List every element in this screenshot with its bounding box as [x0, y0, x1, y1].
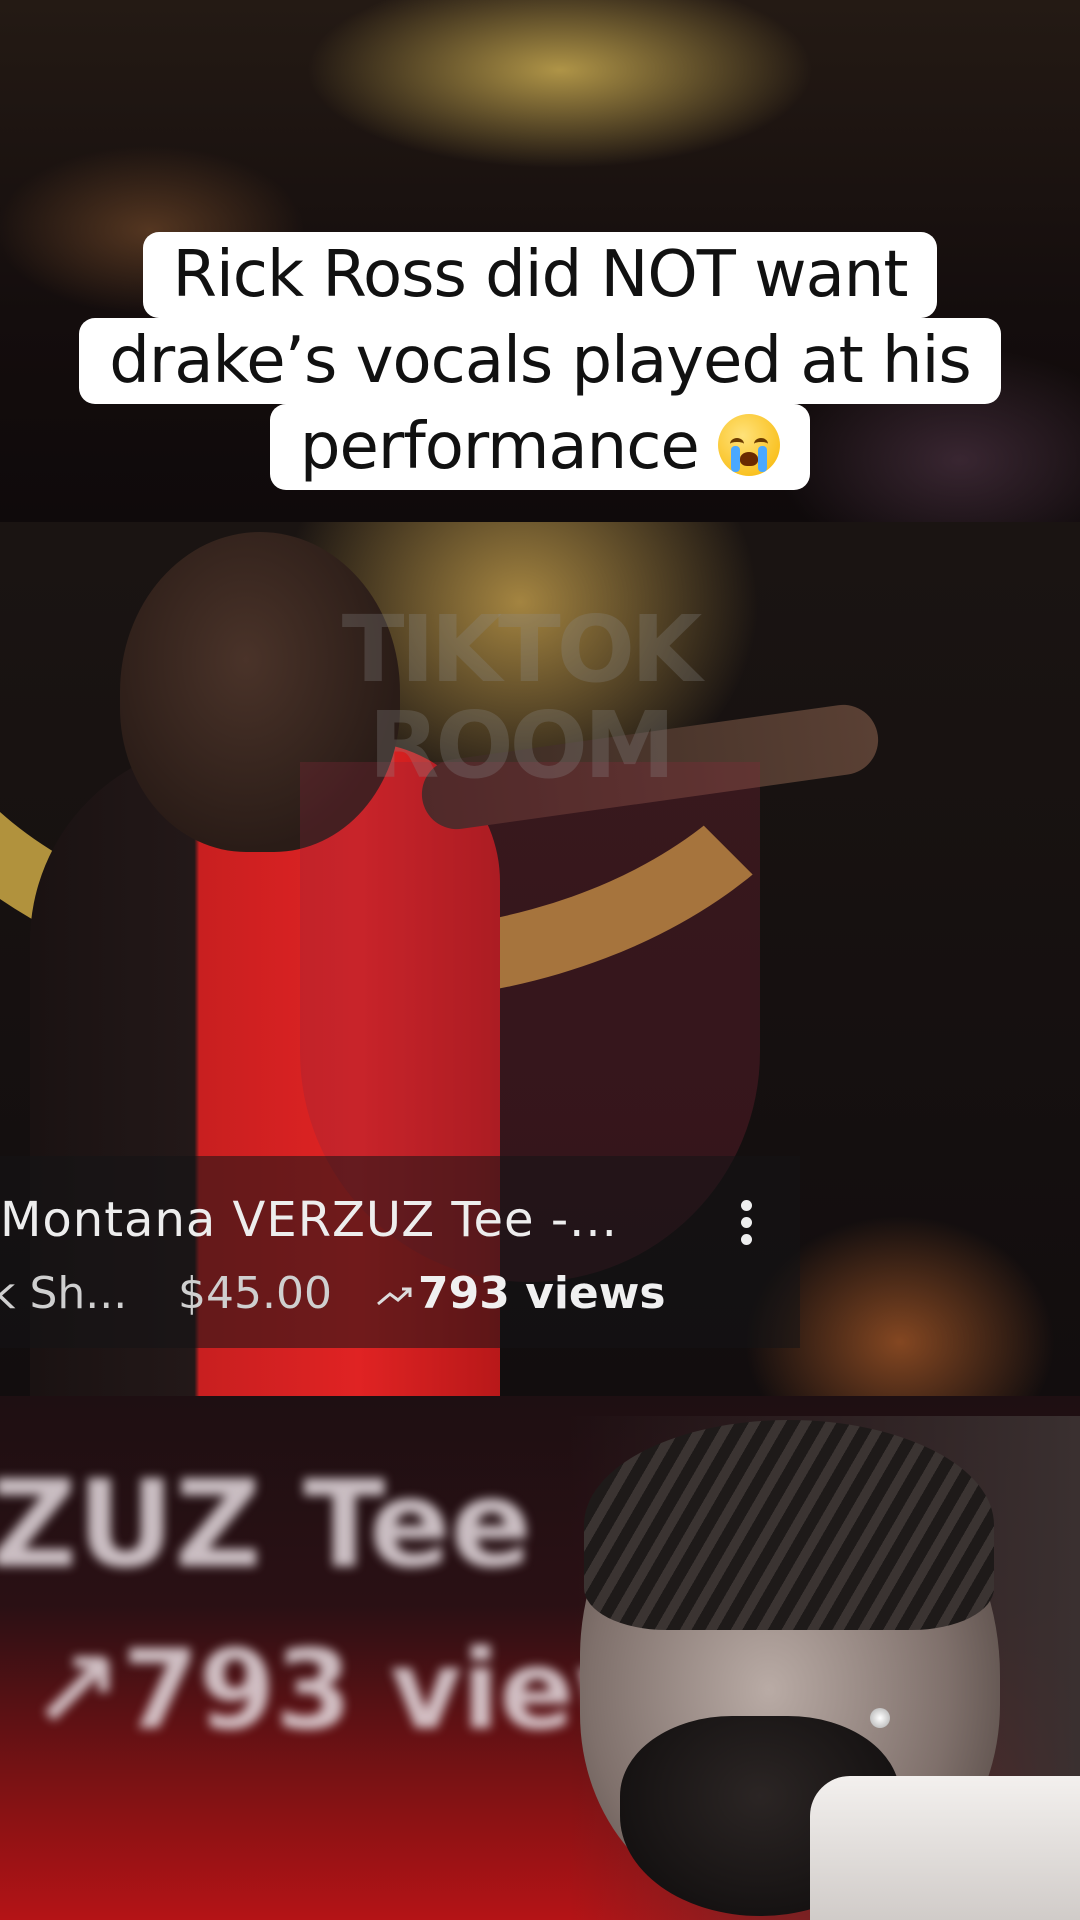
product-meta: k Sh... $45.00 793 views [0, 1268, 666, 1319]
caption-line-2: drake’s vocals played at his [79, 318, 1001, 404]
product-price: $45.00 [178, 1268, 332, 1319]
more-vertical-icon[interactable] [740, 1200, 754, 1254]
watermark-text: TIKTOK ROOM [341, 596, 703, 799]
video-caption: Rick Ross did NOT want drake’s vocals pl… [0, 232, 1080, 490]
embedded-video-frame: TIKTOK ROOM Montana VERZUZ Tee -... k Sh… [0, 522, 1080, 1396]
loudly-crying-face-icon [718, 414, 781, 476]
product-banner[interactable]: Montana VERZUZ Tee -... k Sh... $45.00 7… [0, 1156, 800, 1348]
earring [870, 1708, 890, 1728]
trending-arrow-icon [377, 1287, 412, 1306]
caption-line-1: Rick Ross did NOT want [142, 232, 938, 318]
product-title[interactable]: Montana VERZUZ Tee -... [0, 1192, 618, 1248]
caption-line-3: performance [269, 404, 811, 490]
caption-line-3-text: performance [299, 410, 700, 484]
bottom-collage-frame: ZUZ Tee ↗793 view [0, 1396, 1080, 1920]
view-count: 793 views [417, 1268, 666, 1319]
blurred-product-title: ZUZ Tee [0, 1456, 532, 1595]
portrait-image [570, 1416, 1080, 1920]
seller-name: k Sh... [0, 1268, 128, 1319]
